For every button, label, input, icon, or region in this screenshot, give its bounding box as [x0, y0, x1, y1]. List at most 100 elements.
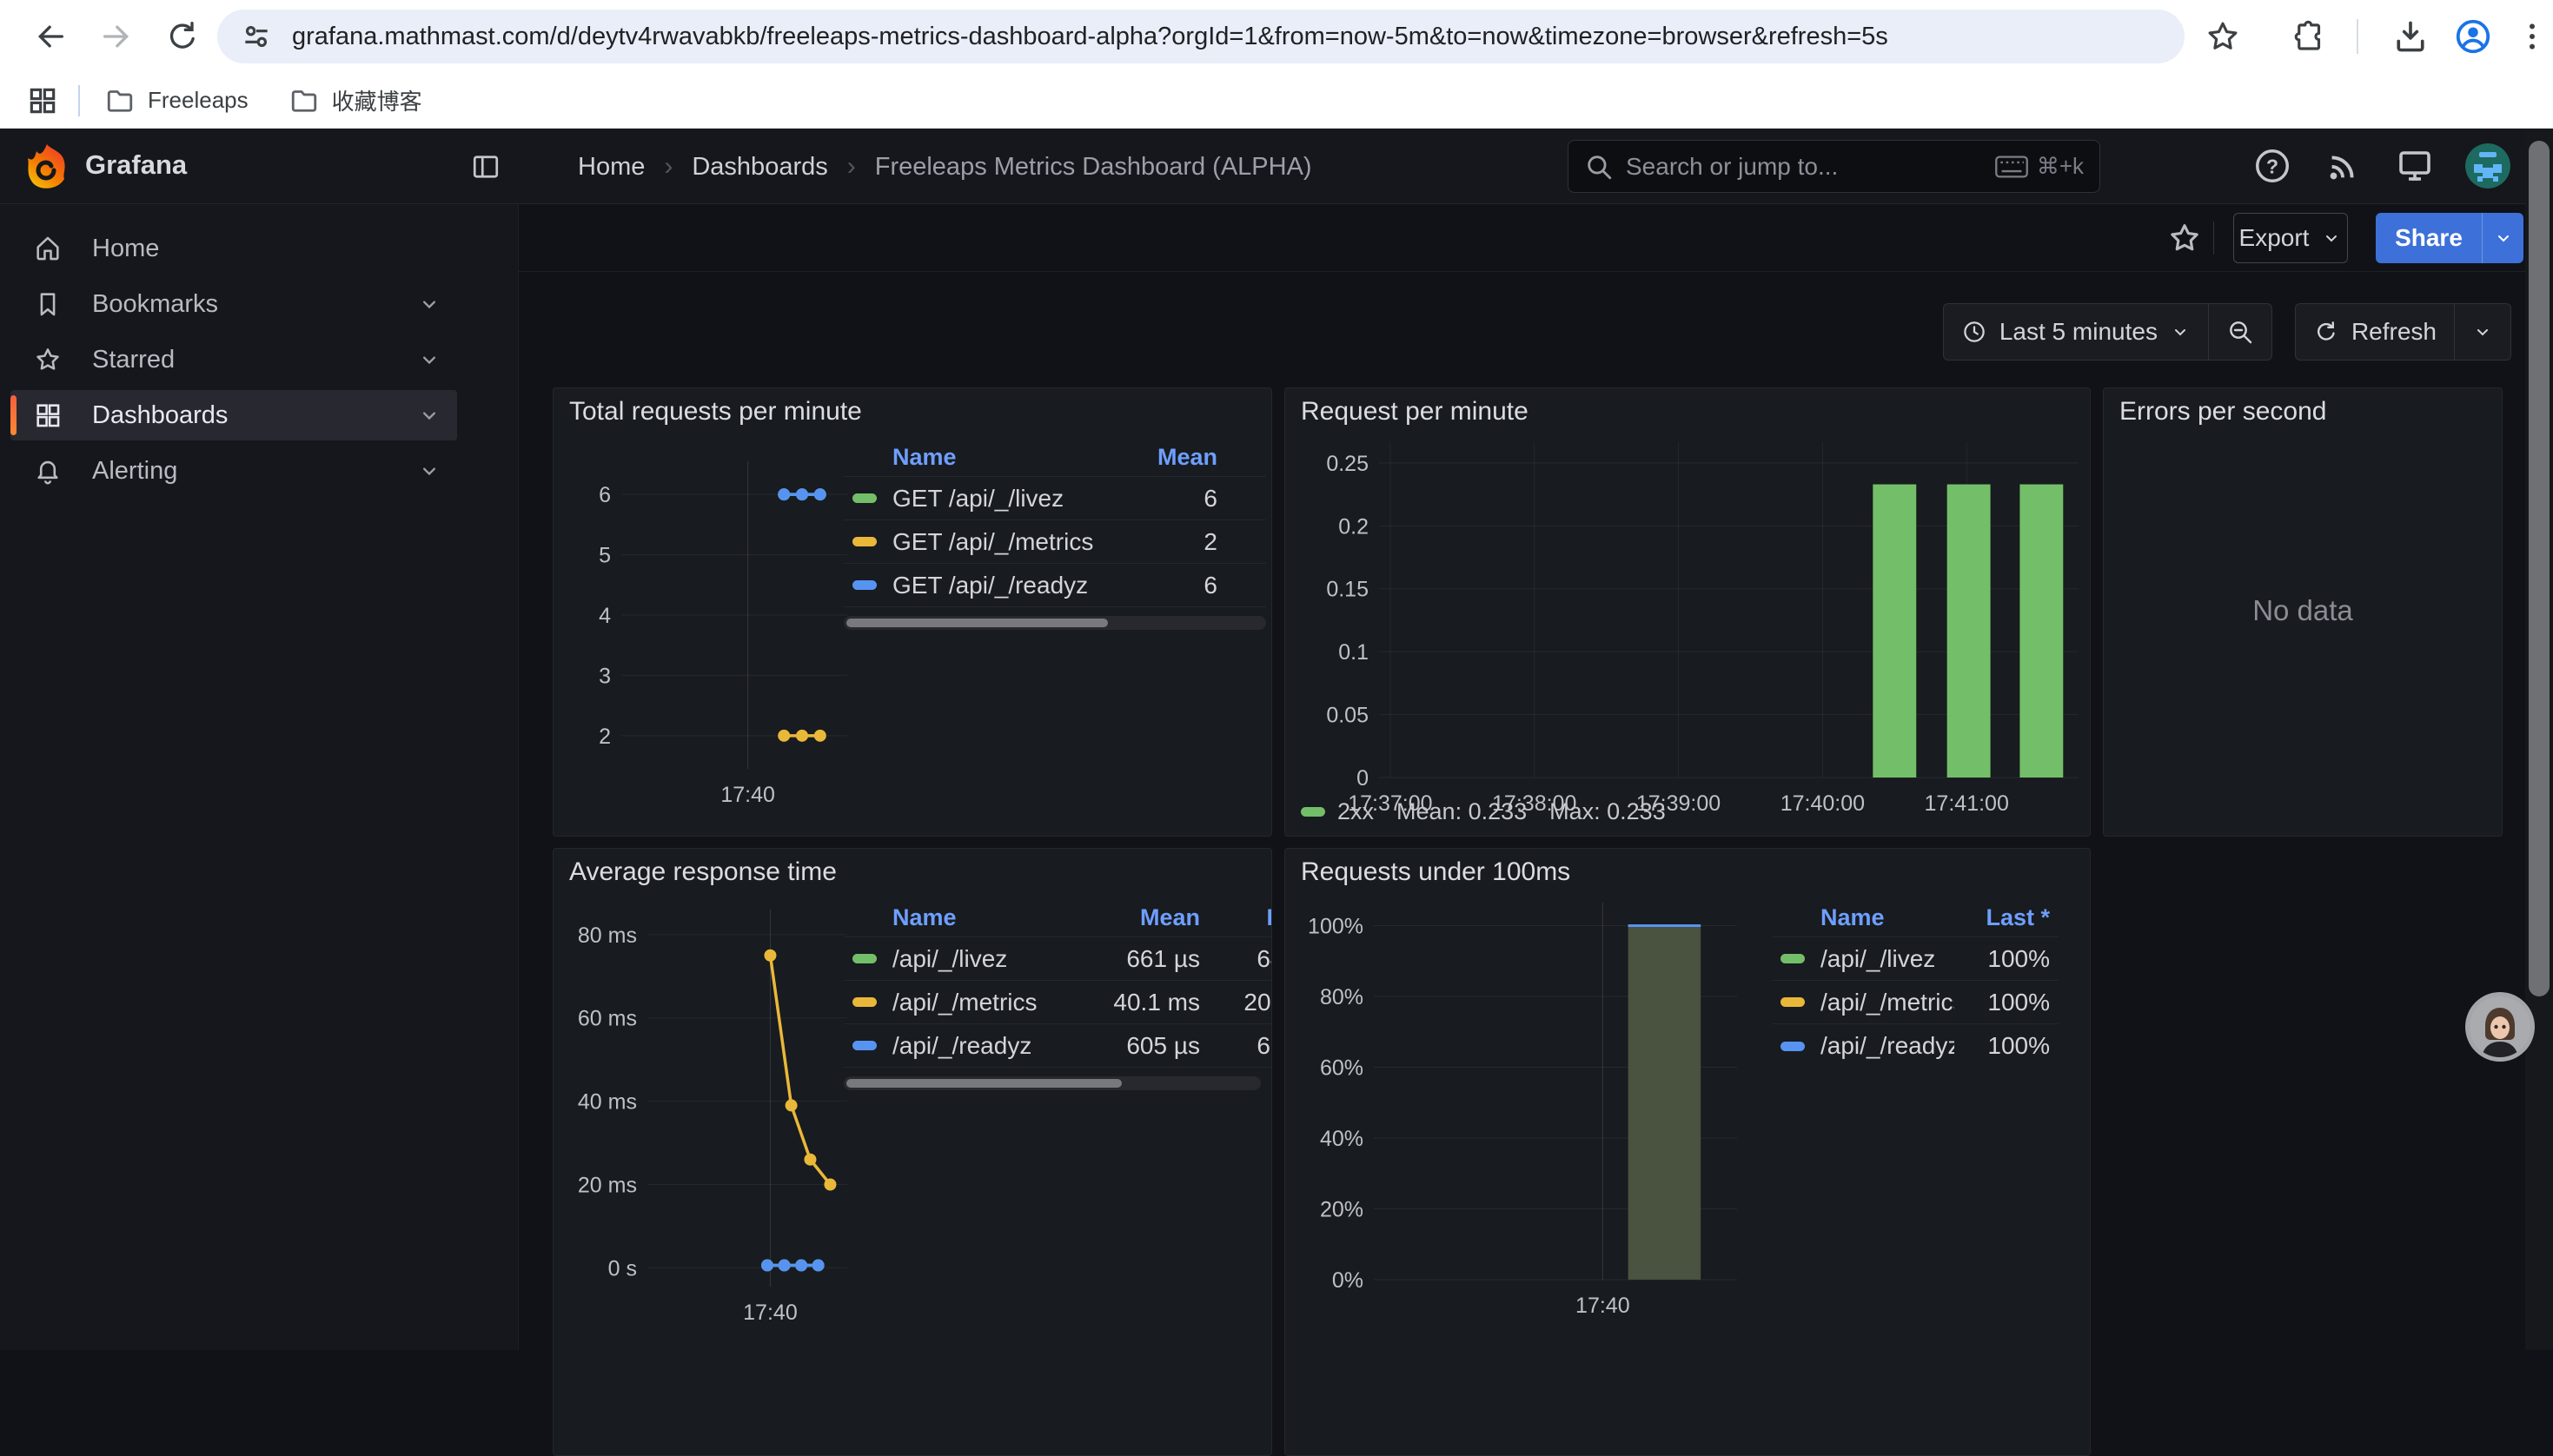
panel-title[interactable]: Requests under 100ms	[1301, 857, 1570, 887]
refresh-button[interactable]: Refresh	[2296, 304, 2454, 360]
chart-legend: 2xx Mean: 0.233 Max: 0.233	[1301, 798, 1666, 825]
breadcrumb: Home › Dashboards › Freeleaps Metrics Da…	[578, 152, 1312, 182]
table-row[interactable]: GET /api/_/metrics 2	[844, 520, 1266, 564]
panel-title[interactable]: Average response time	[569, 857, 837, 887]
column-header-last[interactable]: Last *	[1954, 904, 2059, 931]
legend-item-2xx[interactable]: 2xx	[1301, 798, 1374, 825]
panel-title[interactable]: Total requests per minute	[569, 397, 862, 427]
sidebar-item-dashboards[interactable]: Dashboards	[10, 390, 457, 440]
table-row[interactable]: /api/_/livez 100%	[1772, 937, 2059, 981]
url-bar[interactable]: grafana.mathmast.com/d/deytv4rwavabkb/fr…	[217, 10, 2185, 63]
panel-total-requests: Total requests per minute 6543217:40 Nam…	[553, 387, 1272, 837]
reload-icon[interactable]	[158, 12, 207, 61]
bookmark-folder-blogs[interactable]: 收藏博客	[288, 84, 422, 116]
total-requests-chart[interactable]: 6543217:40	[567, 444, 854, 813]
sidebar-item-home[interactable]: Home	[10, 223, 457, 274]
scrollbar-thumb[interactable]	[2529, 141, 2550, 996]
forward-icon[interactable]	[92, 12, 141, 61]
bookmark-folder-label: Freeleaps	[148, 87, 249, 114]
svg-text:0: 0	[1356, 766, 1369, 791]
column-header-last[interactable]: Last *	[1209, 904, 1272, 931]
bookmark-star-icon[interactable]	[2200, 14, 2245, 59]
share-menu-button[interactable]	[2482, 213, 2523, 263]
download-icon[interactable]	[2388, 14, 2433, 59]
user-avatar[interactable]	[2465, 143, 2510, 189]
chevron-down-icon[interactable]	[417, 403, 441, 427]
refresh-interval-button[interactable]	[2455, 304, 2510, 360]
sidebar-item-alerting[interactable]: Alerting	[10, 446, 457, 496]
breadcrumb-dashboards[interactable]: Dashboards	[692, 153, 827, 182]
grafana-logo[interactable]	[24, 142, 70, 191]
back-icon[interactable]	[26, 12, 75, 61]
bookmark-icon	[33, 289, 63, 319]
apps-grid-icon[interactable]	[26, 84, 59, 117]
time-range-picker[interactable]: Last 5 minutes	[1944, 304, 2208, 360]
series-name: /api/_/metrics	[1820, 989, 1954, 1016]
request-per-minute-chart[interactable]: 0.250.20.150.10.05017:37:0017:38:0017:39…	[1299, 428, 2086, 825]
column-header-name[interactable]: Name	[844, 444, 1136, 471]
legend-table-header: Name Mean Last *	[844, 899, 1272, 937]
table-row[interactable]: /api/_/metrics 100%	[1772, 981, 2059, 1024]
table-scrollbar[interactable]	[844, 616, 1266, 630]
favorite-star-icon[interactable]	[2166, 220, 2203, 261]
sidebar-item-bookmarks[interactable]: Bookmarks	[10, 279, 457, 329]
svg-text:0.2: 0.2	[1338, 514, 1369, 539]
series-name: /api/_/metrics	[892, 989, 1087, 1016]
sidebar-item-label: Home	[92, 235, 457, 263]
series-name: /api/_/readyz	[892, 1032, 1087, 1060]
kiosk-monitor-icon[interactable]	[2393, 144, 2437, 188]
breadcrumb-separator: ›	[664, 152, 673, 182]
rss-icon[interactable]	[2322, 144, 2365, 188]
assistant-avatar[interactable]	[2470, 996, 2530, 1057]
share-button[interactable]: Share	[2376, 213, 2482, 263]
site-settings-icon[interactable]	[240, 20, 273, 53]
help-icon[interactable]: ?	[2251, 144, 2294, 188]
table-row[interactable]: /api/_/readyz 605 µs 620 µs	[844, 1024, 1272, 1068]
under-100ms-chart[interactable]: 100%80%60%40%20%0%17:40	[1299, 889, 1744, 1326]
bookmarks-divider	[78, 85, 80, 116]
series-mean: 2	[1136, 528, 1266, 556]
extensions-icon[interactable]	[2287, 14, 2332, 59]
table-scrollbar[interactable]	[844, 1076, 1261, 1090]
sidebar-item-label: Dashboards	[92, 401, 417, 430]
browser-menu-icon[interactable]	[2510, 14, 2553, 59]
chevron-down-icon[interactable]	[417, 347, 441, 372]
page-scrollbar[interactable]	[2525, 129, 2553, 1350]
column-header-name[interactable]: Name	[844, 904, 1087, 931]
legend-series-label: 2xx	[1337, 798, 1374, 825]
profile-icon[interactable]	[2450, 14, 2496, 59]
bookmark-folder-freeleaps[interactable]: Freeleaps	[104, 85, 249, 116]
breadcrumb-separator: ›	[847, 152, 856, 182]
legend-table: Name Mean GET /api/_/livez 6 GET /api/_/…	[844, 439, 1266, 630]
sidebar-item-label: Alerting	[92, 457, 417, 486]
table-row[interactable]: /api/_/livez 661 µs 646 µs	[844, 937, 1272, 981]
column-header-name[interactable]: Name	[1772, 904, 1954, 931]
search-input[interactable]: Search or jump to... ⌘+k	[1568, 140, 2100, 193]
sidebar-item-starred[interactable]: Starred	[10, 334, 457, 385]
breadcrumb-home[interactable]: Home	[578, 153, 645, 182]
legend-mean: Mean: 0.233	[1396, 798, 1527, 825]
series-color-pill	[1780, 997, 1805, 1007]
column-header-mean[interactable]: Mean	[1087, 904, 1209, 931]
table-row[interactable]: /api/_/metrics 40.1 ms 20.5 ms	[844, 981, 1272, 1024]
breadcrumb-current: Freeleaps Metrics Dashboard (ALPHA)	[875, 153, 1312, 182]
series-mean: 661 µs	[1087, 945, 1209, 973]
zoom-out-button[interactable]	[2209, 304, 2271, 360]
series-last: 100%	[1954, 945, 2059, 973]
panel-title[interactable]: Errors per second	[2119, 397, 2326, 427]
sidebar-toggle-icon[interactable]	[469, 151, 502, 187]
avg-response-chart[interactable]: 80 ms60 ms40 ms20 ms0 s17:40	[567, 896, 854, 1333]
chevron-down-icon[interactable]	[417, 292, 441, 316]
bell-icon	[33, 456, 63, 486]
export-button[interactable]: Export	[2233, 213, 2348, 263]
home-icon	[33, 234, 63, 263]
table-row[interactable]: GET /api/_/readyz 6	[844, 564, 1266, 607]
table-row[interactable]: /api/_/readyz 100%	[1772, 1024, 2059, 1068]
chevron-down-icon	[2493, 228, 2514, 248]
folder-icon	[104, 85, 136, 116]
chevron-down-icon[interactable]	[417, 459, 441, 483]
panel-title[interactable]: Request per minute	[1301, 397, 1528, 427]
series-mean: 6	[1136, 572, 1266, 599]
column-header-mean[interactable]: Mean	[1136, 444, 1266, 471]
table-row[interactable]: GET /api/_/livez 6	[844, 477, 1266, 520]
